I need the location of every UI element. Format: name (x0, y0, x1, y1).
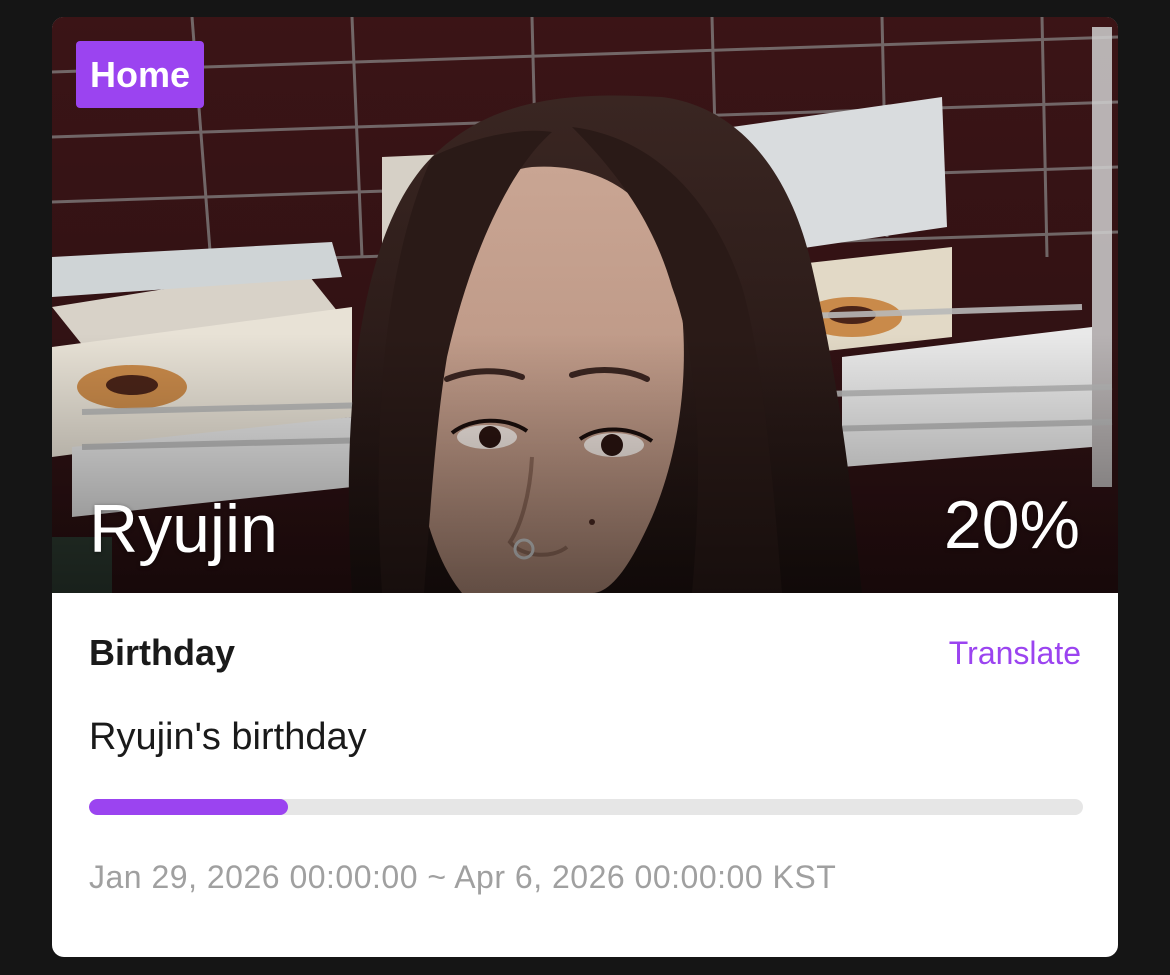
event-period: Jan 29, 2026 00:00:00 ~ Apr 6, 2026 00:0… (89, 859, 837, 895)
hero-image: Home Ryujin 20% (52, 17, 1118, 593)
progress-bar-fill (89, 799, 288, 815)
event-description: Ryujin's birthday (89, 716, 367, 758)
progress-percent: 20% (943, 487, 1080, 563)
event-details: Birthday Translate Ryujin's birthday Jan… (52, 631, 1118, 896)
event-card[interactable]: Home Ryujin 20% Birthday Translate Ryuji… (52, 17, 1118, 957)
translate-link[interactable]: Translate (949, 635, 1081, 672)
idol-name: Ryujin (89, 491, 278, 567)
event-header: Birthday Translate (89, 631, 1081, 675)
home-badge[interactable]: Home (76, 41, 205, 108)
event-type: Birthday (89, 632, 236, 673)
progress-bar (89, 799, 1083, 815)
